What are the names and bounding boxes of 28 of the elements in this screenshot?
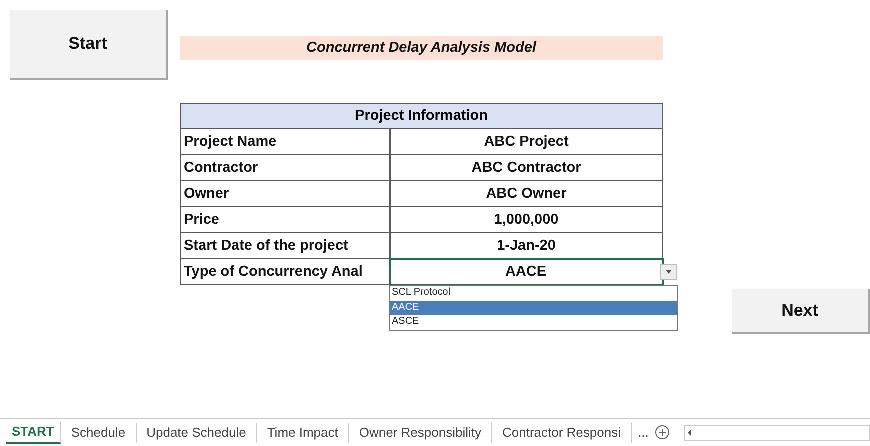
- table-cell: Contractor: [180, 155, 390, 181]
- dropdown-cell[interactable]: AACE: [390, 259, 663, 285]
- table-cell: ABC Contractor: [390, 155, 663, 181]
- table-cell: 1,000,000: [390, 207, 663, 233]
- sheet-tab[interactable]: Schedule: [61, 422, 137, 442]
- more-tabs[interactable]: ...: [632, 425, 655, 440]
- dropdown-button[interactable]: [660, 264, 677, 280]
- table-cell: Price: [180, 207, 390, 233]
- dropdown-option[interactable]: AACE: [390, 300, 677, 315]
- sheet-title: Concurrent Delay Analysis Model: [180, 36, 663, 60]
- sheet-tab[interactable]: Owner Responsibility: [349, 422, 492, 442]
- next-button[interactable]: Next: [732, 289, 870, 334]
- caret-icon: [666, 270, 672, 274]
- sheet-tab[interactable]: Update Schedule: [136, 422, 258, 442]
- start-button[interactable]: Start: [10, 10, 168, 80]
- add-sheet-icon[interactable]: [654, 425, 670, 440]
- table-header: Project Information: [180, 103, 663, 129]
- table-cell: Project Name: [180, 129, 390, 155]
- table-cell: Start Date of the project: [180, 233, 390, 259]
- table-cell: Owner: [180, 181, 390, 207]
- sheet-tab[interactable]: Contractor Responsi: [492, 422, 632, 442]
- table-cell: ABC Owner: [390, 181, 663, 207]
- horizontal-scrollbar[interactable]: [684, 424, 870, 440]
- table-cell: 1-Jan-20: [390, 233, 663, 259]
- table-cell: ABC Project: [390, 129, 663, 155]
- sheet-tab[interactable]: Time Impact: [257, 422, 350, 442]
- sheet-tab[interactable]: START: [6, 422, 62, 444]
- table-cell: Type of Concurrency Anal: [180, 259, 390, 285]
